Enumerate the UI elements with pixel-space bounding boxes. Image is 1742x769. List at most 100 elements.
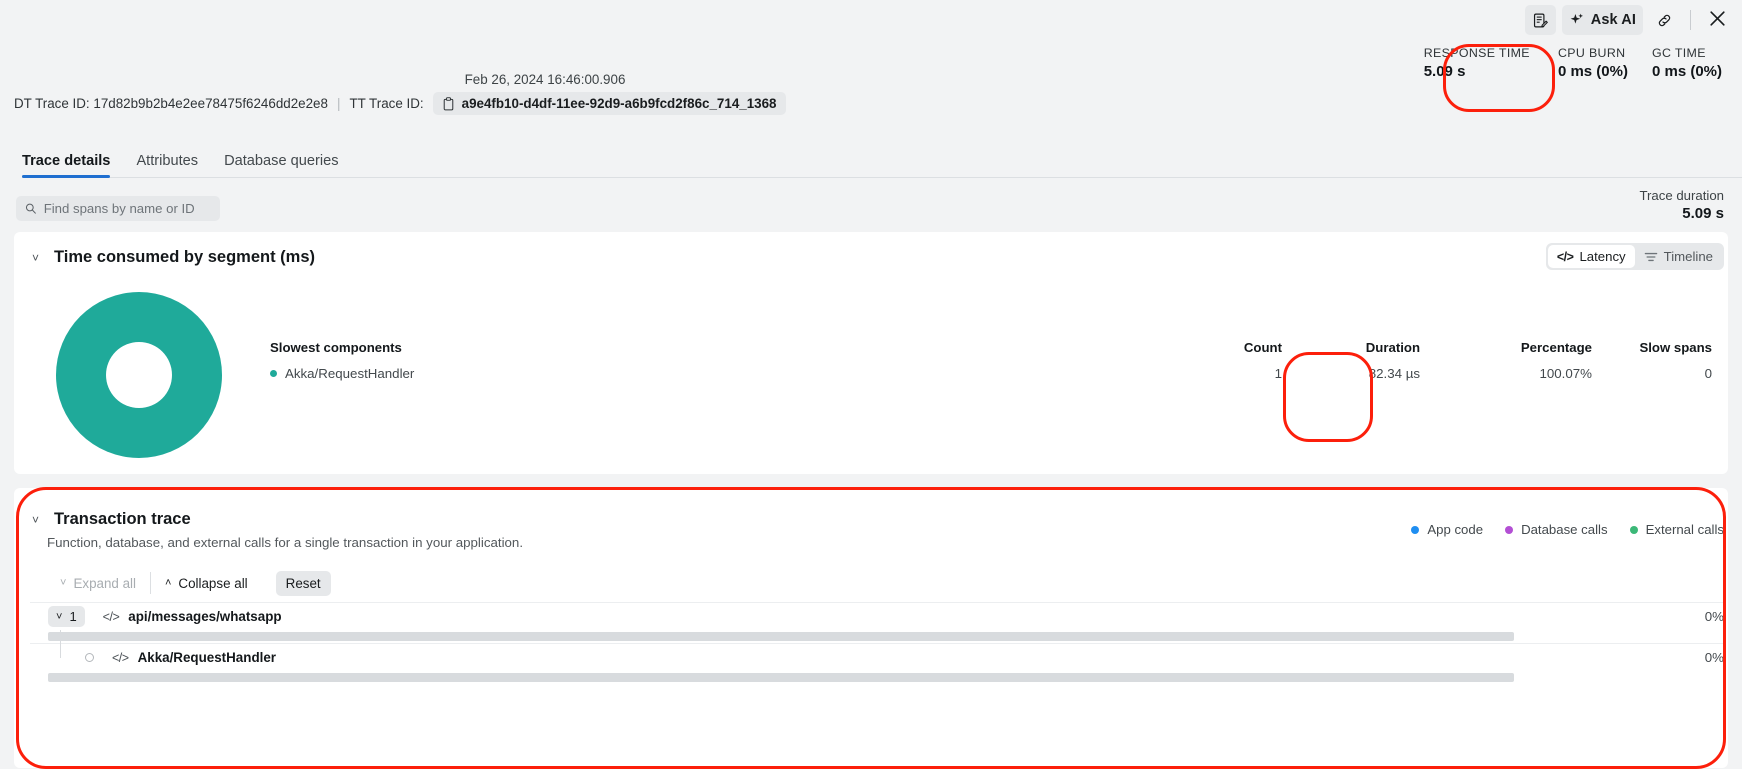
code-icon: </> <box>1556 249 1574 264</box>
legend-external-calls: External calls <box>1629 522 1724 537</box>
span-row[interactable]: ˅ 1 </> api/messages/whatsapp 0% <box>30 602 1724 630</box>
ask-ai-label: Ask AI <box>1590 12 1636 28</box>
tab-attributes[interactable]: Attributes <box>136 153 198 177</box>
trace-duration-label: Trace duration <box>1639 188 1724 203</box>
segment-section-title: Time consumed by segment (ms) <box>54 248 316 266</box>
tt-trace-id-label: TT Trace ID: <box>349 96 424 111</box>
span-child-count: 1 <box>69 609 77 624</box>
transaction-trace-title: Transaction trace <box>54 510 191 528</box>
trace-duration-value: 5.09 s <box>1682 205 1724 222</box>
dt-trace-id: DT Trace ID: 17d82b9b2b4e2ee78475f6246dd… <box>14 96 328 111</box>
search-span-box[interactable] <box>16 196 220 221</box>
component-color-dot <box>270 370 277 377</box>
id-divider: | <box>336 96 341 111</box>
metric-response-time: RESPONSE TIME 5.09 s <box>1410 46 1546 80</box>
span-bar-row <box>30 671 1724 684</box>
ask-ai-button[interactable]: Ask AI <box>1561 5 1643 35</box>
table-header-row: Slowest components Count Duration Percen… <box>270 340 1712 355</box>
code-icon: </> <box>102 609 120 624</box>
col-slow-spans: Slow spans <box>1639 340 1712 355</box>
tt-trace-id-chip[interactable]: a9e4fb10-d4df-11ee-92d9-a6b9fcd2f86c_714… <box>432 92 786 115</box>
reset-button[interactable]: Reset <box>275 570 331 596</box>
tab-database-queries[interactable]: Database queries <box>224 153 338 177</box>
span-bar-row <box>30 630 1724 643</box>
trace-controls: ˅ Expand all ˄ Collapse all Reset <box>46 570 331 596</box>
component-count: 1 <box>1274 366 1282 381</box>
view-timeline-label: Timeline <box>1663 249 1713 264</box>
segment-section-header: ˅ Time consumed by segment (ms) <box>14 232 1728 267</box>
legend-label: External calls <box>1645 522 1724 537</box>
trace-detail-page: Ask AI RESPONSE TIME 5.09 s CPU BURN 0 m… <box>0 0 1742 769</box>
timeline-icon <box>1644 252 1657 261</box>
span-percent: 0% <box>1704 609 1724 624</box>
component-percentage: 100.07% <box>1539 366 1593 381</box>
metric-gc-time: GC TIME 0 ms (0%) <box>1640 46 1734 80</box>
component-name: Akka/RequestHandler <box>285 366 415 381</box>
legend-database-calls: Database calls <box>1505 522 1608 537</box>
trace-id-bar: DT Trace ID: 17d82b9b2b4e2ee78475f6246dd… <box>14 92 786 115</box>
span-duration-bar <box>48 673 1514 682</box>
component-name-cell: Akka/RequestHandler <box>270 366 1132 381</box>
clipboard-icon <box>443 96 453 110</box>
table-row[interactable]: Akka/RequestHandler 1 82.34 µs 100.07% 0 <box>270 366 1712 381</box>
view-latency-label: Latency <box>1579 249 1626 264</box>
span-name: Akka/RequestHandler <box>137 650 276 665</box>
copy-link-button[interactable] <box>1649 5 1680 35</box>
search-input[interactable] <box>43 201 211 216</box>
component-duration: 82.34 µs <box>1368 366 1420 381</box>
tt-trace-id-value: a9e4fb10-d4df-11ee-92d9-a6b9fcd2f86c_714… <box>461 96 777 111</box>
span-node-marker <box>85 653 94 662</box>
note-edit-button[interactable] <box>1524 5 1556 35</box>
component-slow-spans: 0 <box>1704 366 1712 381</box>
view-latency-button[interactable]: </> Latency <box>1547 245 1635 268</box>
tab-trace-details[interactable]: Trace details <box>22 153 111 178</box>
trace-timestamp: Feb 26, 2024 16:46:00.906 <box>464 72 626 87</box>
chevron-down-icon[interactable]: ˅ <box>32 252 44 264</box>
span-row[interactable]: </> Akka/RequestHandler 0% <box>30 630 1724 671</box>
sparkle-icon <box>1570 13 1583 24</box>
close-button[interactable] <box>1701 7 1734 33</box>
expand-all-button[interactable]: ˅ Expand all <box>46 576 150 591</box>
expand-all-label: Expand all <box>73 575 136 591</box>
span-name: api/messages/whatsapp <box>128 609 282 624</box>
col-slowest-components: Slowest components <box>270 340 402 355</box>
chevron-down-icon: ˅ <box>56 610 63 623</box>
col-count: Count <box>1243 340 1282 355</box>
toolbar-divider <box>1690 10 1691 30</box>
detail-tabs: Trace details Attributes Database querie… <box>22 146 1742 178</box>
collapse-all-button[interactable]: ˄ Collapse all <box>151 576 262 591</box>
legend-label: Database calls <box>1521 522 1608 537</box>
tree-connector <box>60 630 61 658</box>
metric-cpu-burn: CPU BURN 0 ms (0%) <box>1546 46 1640 80</box>
span-percent: 0% <box>1704 650 1724 665</box>
collapse-all-label: Collapse all <box>178 575 248 591</box>
close-icon <box>1710 11 1725 26</box>
view-timeline-button[interactable]: Timeline <box>1635 245 1722 268</box>
span-tree: ˅ 1 </> api/messages/whatsapp 0% </> Akk… <box>30 602 1724 684</box>
chevron-down-icon: ˅ <box>60 577 67 589</box>
slowest-components-table: Slowest components Count Duration Percen… <box>270 340 1712 381</box>
legend-dot-database-calls <box>1505 525 1514 534</box>
window-toolbar: Ask AI <box>1524 0 1734 40</box>
metric-label: RESPONSE TIME <box>1423 46 1530 60</box>
metric-value: 5.09 s <box>1423 63 1466 80</box>
col-percentage: Percentage <box>1520 340 1592 355</box>
code-icon: </> <box>112 650 129 665</box>
trace-legend: App code Database calls External calls <box>1411 522 1724 537</box>
metric-value: 0 ms (0%) <box>1557 63 1628 80</box>
note-edit-icon <box>1533 13 1548 27</box>
trace-duration: Trace duration 5.09 s <box>1639 188 1724 222</box>
view-mode-toggle: </> Latency Timeline <box>1545 243 1724 270</box>
span-expand-toggle[interactable]: ˅ 1 <box>48 606 85 627</box>
metric-value: 0 ms (0%) <box>1651 63 1722 80</box>
legend-label: App code <box>1427 522 1484 537</box>
search-icon <box>25 203 36 214</box>
chevron-down-icon[interactable]: ˅ <box>32 514 44 526</box>
chevron-up-icon: ˄ <box>164 577 172 589</box>
metric-label: GC TIME <box>1651 46 1706 60</box>
link-icon <box>1658 14 1671 26</box>
col-duration: Duration <box>1365 340 1420 355</box>
metric-label: CPU BURN <box>1557 46 1626 60</box>
legend-dot-external-calls <box>1629 525 1638 534</box>
segment-donut-chart <box>56 292 222 458</box>
